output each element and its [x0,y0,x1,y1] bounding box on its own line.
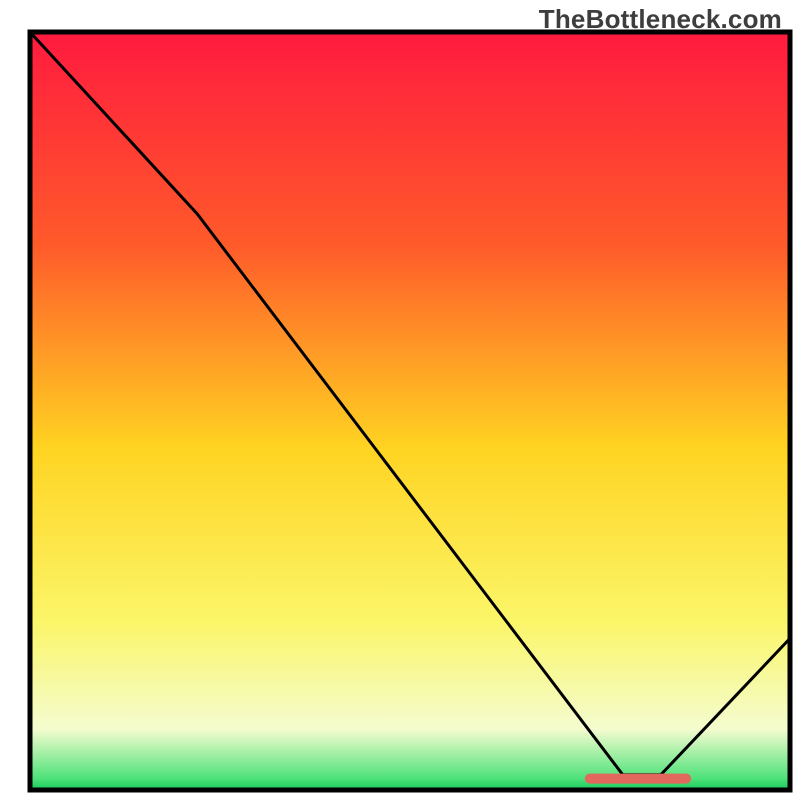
chart-container: TheBottleneck.com [0,0,800,800]
optimal-range-marker [585,774,691,784]
plot-background [30,32,790,790]
bottleneck-chart [0,0,800,800]
